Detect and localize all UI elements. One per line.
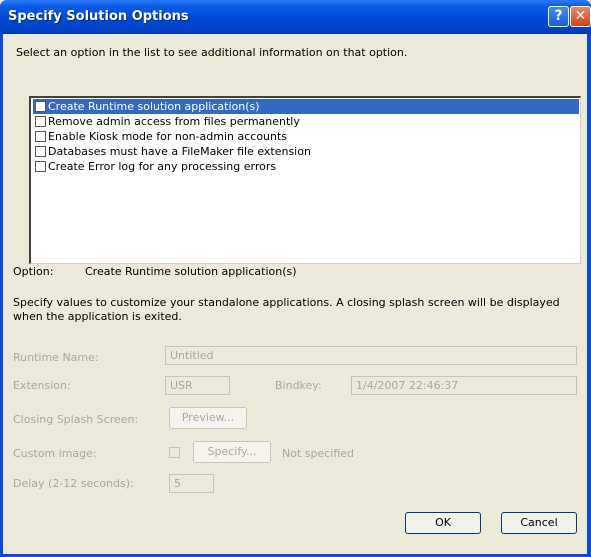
custom-image-status: Not specified	[282, 447, 355, 460]
extension-field[interactable]: USR	[165, 376, 230, 395]
checkbox[interactable]	[35, 161, 46, 172]
specify-button[interactable]: Specify...	[193, 441, 271, 463]
list-item[interactable]: Remove admin access from files permanent…	[33, 114, 579, 129]
list-item[interactable]: Enable Kiosk mode for non-admin accounts	[33, 129, 579, 144]
closing-splash-label: Closing Splash Screen:	[13, 413, 139, 426]
option-value: Create Runtime solution application(s)	[85, 265, 297, 278]
options-listbox[interactable]: Create Runtime solution application(s) R…	[29, 96, 581, 264]
dialog-window: Specify Solution Options ? ✕ Select an o…	[0, 0, 591, 557]
list-item-label: Create Runtime solution application(s)	[48, 100, 260, 113]
dialog-body: Select an option in the list to see addi…	[3, 34, 587, 554]
checkbox[interactable]	[35, 116, 46, 127]
title-bar[interactable]: Specify Solution Options ? ✕	[0, 0, 591, 34]
runtime-name-label: Runtime Name:	[13, 351, 99, 364]
option-label: Option:	[13, 265, 54, 278]
checkbox[interactable]	[35, 101, 46, 112]
instruction-text: Select an option in the list to see addi…	[16, 46, 408, 59]
list-item-label: Remove admin access from files permanent…	[48, 115, 300, 128]
close-button[interactable]: ✕	[570, 6, 591, 27]
list-item[interactable]: Create Error log for any processing erro…	[33, 159, 579, 174]
delay-label: Delay (2-12 seconds):	[13, 477, 134, 490]
runtime-name-field[interactable]: Untitled	[165, 346, 577, 365]
checkbox[interactable]	[35, 131, 46, 142]
extension-label: Extension:	[13, 379, 71, 392]
list-item-label: Enable Kiosk mode for non-admin accounts	[48, 130, 288, 143]
custom-image-label: Custom image:	[13, 447, 97, 460]
ok-button[interactable]: OK	[405, 512, 481, 534]
bindkey-label: Bindkey:	[275, 379, 322, 392]
bindkey-field[interactable]: 1/4/2007 22:46:37	[351, 376, 577, 395]
cancel-button[interactable]: Cancel	[501, 512, 577, 534]
list-item-label: Databases must have a FileMaker file ext…	[48, 145, 311, 158]
help-button[interactable]: ?	[548, 6, 569, 27]
preview-button[interactable]: Preview...	[169, 407, 247, 429]
option-description: Specify values to customize your standal…	[13, 296, 560, 323]
list-item-label: Create Error log for any processing erro…	[48, 160, 277, 173]
list-item[interactable]: Create Runtime solution application(s)	[33, 99, 579, 114]
dialog-title: Specify Solution Options	[8, 9, 189, 24]
custom-image-checkbox[interactable]	[169, 447, 180, 458]
checkbox[interactable]	[35, 146, 46, 157]
delay-field[interactable]: 5	[169, 474, 214, 493]
list-item[interactable]: Databases must have a FileMaker file ext…	[33, 144, 579, 159]
